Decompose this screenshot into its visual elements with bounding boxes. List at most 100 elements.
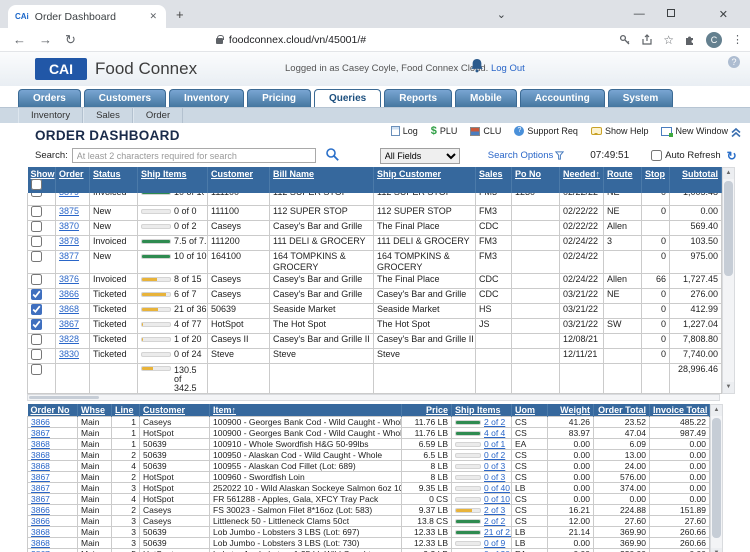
col-invoice-total[interactable]: Invoice Total bbox=[649, 403, 710, 417]
col-order-total[interactable]: Order Total bbox=[593, 403, 650, 417]
plu-button[interactable]: $ PLU bbox=[431, 126, 458, 137]
tab-pricing[interactable]: Pricing bbox=[247, 89, 311, 107]
key-icon[interactable] bbox=[619, 34, 631, 46]
col-line[interactable]: Line bbox=[111, 403, 140, 417]
ship-items-link[interactable]: 0 of 40 bbox=[484, 484, 510, 493]
row-select-checkbox[interactable] bbox=[31, 236, 42, 247]
tab-accounting[interactable]: Accounting bbox=[519, 89, 605, 107]
order-link[interactable]: 3868 bbox=[31, 440, 50, 449]
col-po-no[interactable]: Po No bbox=[511, 167, 560, 193]
col-customer[interactable]: Customer bbox=[139, 403, 210, 417]
support-req-button[interactable]: ? Support Req bbox=[514, 126, 578, 136]
new-tab-button[interactable]: + bbox=[176, 8, 184, 21]
row-select-checkbox[interactable] bbox=[31, 304, 42, 315]
col-ship-items[interactable]: Ship Items bbox=[137, 167, 208, 193]
orders-horizontal-scrollbar[interactable] bbox=[27, 393, 720, 401]
notification-bell-icon[interactable] bbox=[470, 58, 484, 78]
order-link[interactable]: 3868 bbox=[31, 462, 50, 471]
order-link[interactable]: 3877 bbox=[59, 251, 79, 261]
scrollbar-thumb[interactable] bbox=[712, 417, 721, 538]
bookmark-star-icon[interactable]: ☆ bbox=[663, 33, 674, 47]
forward-icon[interactable]: → bbox=[39, 32, 52, 47]
logout-link[interactable]: Log Out bbox=[491, 63, 525, 74]
extensions-icon[interactable] bbox=[684, 34, 696, 46]
ship-items-link[interactable]: 4 of 4 bbox=[484, 429, 505, 438]
col-stop[interactable]: Stop bbox=[641, 167, 670, 193]
orders-vertical-scrollbar[interactable]: ▲ ▼ bbox=[722, 167, 735, 394]
row-select-checkbox[interactable] bbox=[31, 221, 42, 232]
reload-icon[interactable]: ↻ bbox=[65, 32, 76, 48]
tab-customers[interactable]: Customers bbox=[83, 89, 167, 107]
search-input[interactable] bbox=[71, 148, 316, 163]
col-item[interactable]: Item↑ bbox=[209, 403, 402, 417]
address-bar[interactable]: foodconnex.cloud/vn/45001/# bbox=[229, 34, 366, 46]
select-all-checkbox[interactable] bbox=[30, 179, 42, 190]
ship-items-link[interactable]: 0 of 3 bbox=[484, 473, 505, 482]
order-link[interactable]: 3866 bbox=[31, 517, 50, 526]
col-customer[interactable]: Customer bbox=[207, 167, 270, 193]
browser-menu-icon[interactable]: ⋮ bbox=[732, 33, 743, 46]
col-bill-name[interactable]: Bill Name bbox=[269, 167, 374, 193]
col-route[interactable]: Route bbox=[603, 167, 642, 193]
close-button[interactable]: ✕ bbox=[719, 8, 728, 21]
col-order-no[interactable]: Order No bbox=[27, 403, 78, 417]
col-needed[interactable]: Needed↑ bbox=[559, 167, 604, 193]
row-select-checkbox[interactable] bbox=[31, 349, 42, 360]
ship-items-link[interactable]: 2 of 3 bbox=[484, 506, 505, 515]
col-order[interactable]: Order bbox=[55, 167, 90, 193]
tab-orders[interactable]: Orders bbox=[18, 89, 81, 107]
lines-vertical-scrollbar[interactable]: ▲ ▼ bbox=[710, 403, 723, 552]
ship-items-link[interactable]: 21 of 21 bbox=[484, 528, 511, 537]
help-icon[interactable]: ? bbox=[728, 56, 740, 68]
row-select-checkbox[interactable] bbox=[31, 193, 42, 197]
order-link[interactable]: 3875 bbox=[59, 206, 79, 216]
ship-items-link[interactable]: 0 of 3 bbox=[484, 462, 505, 471]
lock-icon[interactable] bbox=[215, 35, 224, 44]
share-icon[interactable] bbox=[641, 33, 653, 46]
order-link[interactable]: 3867 bbox=[59, 319, 79, 329]
scroll-up-icon[interactable]: ▲ bbox=[711, 404, 722, 416]
tab-reports[interactable]: Reports bbox=[384, 89, 453, 107]
refresh-icon[interactable]: ↻ bbox=[727, 149, 737, 163]
order-link[interactable]: 3866 bbox=[31, 506, 50, 515]
order-link[interactable]: 3866 bbox=[59, 289, 79, 299]
browser-tab[interactable]: CAi Order Dashboard ✕ bbox=[8, 5, 166, 28]
col-ship-customer[interactable]: Ship Customer bbox=[373, 167, 476, 193]
order-link[interactable]: 3868 bbox=[59, 304, 79, 314]
search-icon[interactable] bbox=[325, 147, 340, 165]
order-link[interactable]: 3830 bbox=[59, 349, 79, 359]
subtab-sales[interactable]: Sales bbox=[83, 108, 133, 123]
row-select-checkbox[interactable] bbox=[31, 274, 42, 285]
tab-inventory[interactable]: Inventory bbox=[169, 89, 245, 107]
order-link[interactable]: 3870 bbox=[59, 221, 79, 231]
scroll-up-icon[interactable]: ▲ bbox=[723, 168, 734, 179]
order-link[interactable]: 3828 bbox=[59, 334, 79, 344]
ship-items-link[interactable]: 0 of 9 bbox=[484, 539, 505, 548]
row-select-checkbox[interactable] bbox=[31, 334, 42, 345]
auto-refresh-checkbox[interactable] bbox=[651, 150, 663, 161]
col-show[interactable]: Show bbox=[27, 167, 56, 193]
order-link[interactable]: 3876 bbox=[59, 274, 79, 284]
scrollbar-thumb[interactable] bbox=[724, 181, 733, 276]
order-link[interactable]: 3868 bbox=[31, 528, 50, 537]
order-link[interactable]: 3878 bbox=[59, 236, 79, 246]
ship-items-link[interactable]: 0 of 2 bbox=[484, 451, 505, 460]
tab-queries[interactable]: Queries bbox=[313, 89, 382, 107]
order-link[interactable]: 3868 bbox=[31, 539, 50, 548]
col-status[interactable]: Status bbox=[89, 167, 138, 193]
col-ship-items[interactable]: Ship Items bbox=[451, 403, 512, 417]
back-icon[interactable]: ← bbox=[13, 32, 26, 47]
subtab-order[interactable]: Order bbox=[132, 108, 184, 123]
order-link[interactable]: 3867 bbox=[31, 473, 50, 482]
clu-button[interactable]: CLU bbox=[470, 126, 501, 136]
col-uom[interactable]: Uom bbox=[511, 403, 548, 417]
row-select-checkbox[interactable] bbox=[31, 289, 42, 300]
search-field-select[interactable]: All Fields bbox=[379, 147, 460, 164]
row-select-checkbox[interactable] bbox=[31, 319, 42, 330]
ship-items-link[interactable]: 2 of 2 bbox=[484, 418, 505, 427]
ship-items-link[interactable]: 0 of 1 bbox=[484, 440, 505, 449]
order-link[interactable]: 3867 bbox=[31, 495, 50, 504]
col-sales[interactable]: Sales bbox=[475, 167, 512, 193]
collapse-panel-icon[interactable] bbox=[730, 125, 742, 143]
scroll-down-icon[interactable]: ▼ bbox=[723, 381, 734, 393]
